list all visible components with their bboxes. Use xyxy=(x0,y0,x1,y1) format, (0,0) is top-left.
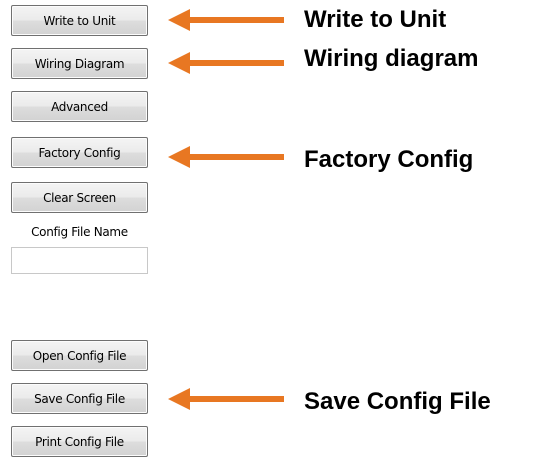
callout-wiring-diagram: Wiring diagram xyxy=(304,45,479,72)
open-config-file-button[interactable]: Open Config File xyxy=(11,340,148,371)
callout-write-to-unit: Write to Unit xyxy=(304,6,447,33)
clear-screen-button[interactable]: Clear Screen xyxy=(11,182,148,213)
config-file-name-input[interactable] xyxy=(11,247,148,274)
arrow-icon-wiring-diagram xyxy=(168,52,284,74)
wiring-diagram-button[interactable]: Wiring Diagram xyxy=(11,48,148,79)
annotated-screenshot: Write to Unit Wiring Diagram Advanced Fa… xyxy=(0,0,546,461)
factory-config-button[interactable]: Factory Config xyxy=(11,137,148,168)
arrow-icon-save-config-file xyxy=(168,388,284,410)
callout-save-config-file: Save Config File xyxy=(304,388,491,415)
save-config-file-button[interactable]: Save Config File xyxy=(11,383,148,414)
advanced-button[interactable]: Advanced xyxy=(11,91,148,122)
config-file-name-label: Config File Name xyxy=(31,225,128,239)
arrow-icon-write-to-unit xyxy=(168,9,284,31)
arrow-icon-factory-config xyxy=(168,146,284,168)
callout-factory-config: Factory Config xyxy=(304,146,474,173)
write-to-unit-button[interactable]: Write to Unit xyxy=(11,5,148,36)
print-config-file-button[interactable]: Print Config File xyxy=(11,426,148,457)
